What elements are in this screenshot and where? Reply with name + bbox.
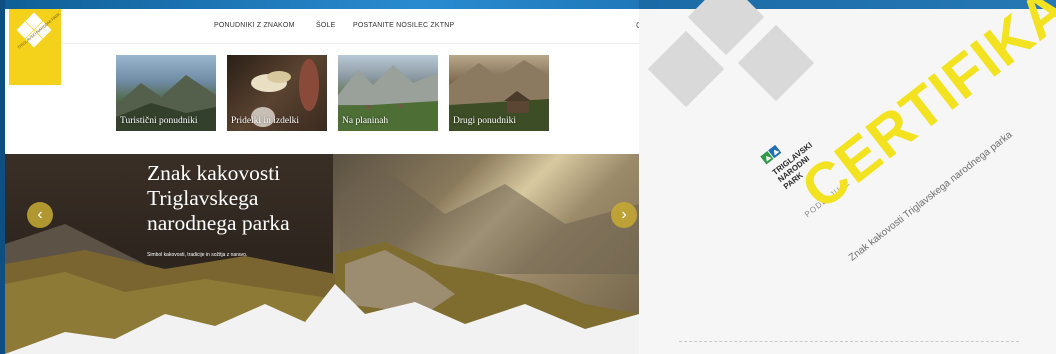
- category-tile-turisticni[interactable]: Turistični ponudniki: [116, 55, 216, 131]
- website-pane: TRIGLAVSKI NARODNI PARK PONUDNIKI Z ZNAK…: [5, 9, 639, 354]
- hero-title-line: narodnega parka: [147, 211, 290, 235]
- category-label: Na planinah: [342, 116, 389, 126]
- hero-subtitle: Simbol kakovosti, tradicije in sožitja z…: [147, 252, 248, 258]
- category-tile-drugi[interactable]: Drugi ponudniki: [449, 55, 549, 131]
- nav-ponudniki[interactable]: PONUDNIKI Z ZNAKOM: [214, 22, 295, 29]
- hero-title-line: Triglavskega: [147, 186, 259, 210]
- certificate-title: CERTIFIKAT: [789, 0, 1056, 223]
- slider-next-button[interactable]: ›: [611, 202, 637, 228]
- certificate-signature-line: [679, 341, 1019, 342]
- category-tile-na-planinah[interactable]: Na planinah: [338, 55, 438, 131]
- hero-slider: Znak kakovosti Triglavskega narodnega pa…: [5, 154, 639, 354]
- nav-postanite-nosilec[interactable]: POSTANITE NOSILEC ZKTNP: [353, 22, 454, 29]
- category-tile-pridelki[interactable]: Pridelki in izdelki: [227, 55, 327, 131]
- category-label: Drugi ponudniki: [453, 116, 517, 126]
- chevron-left-icon: ‹: [37, 206, 43, 223]
- hero-title-line: Znak kakovosti: [147, 161, 281, 185]
- nav-divider: [61, 43, 639, 44]
- category-label: Pridelki in izdelki: [231, 116, 300, 126]
- category-label: Turistični ponudniki: [120, 116, 198, 126]
- cert-square-decoration: [737, 24, 815, 102]
- slider-prev-button[interactable]: ‹: [27, 202, 53, 228]
- certificate-pane: TRIGLAVSKI NARODNI PARK PODELJUJE CERTIF…: [639, 0, 1056, 354]
- hero-title: Znak kakovosti Triglavskega narodnega pa…: [147, 161, 290, 236]
- park-logo[interactable]: TRIGLAVSKI NARODNI PARK: [9, 9, 61, 85]
- hero-landscape: [5, 169, 639, 354]
- nav-sole[interactable]: ŠOLE: [316, 22, 335, 29]
- chevron-right-icon: ›: [621, 206, 627, 223]
